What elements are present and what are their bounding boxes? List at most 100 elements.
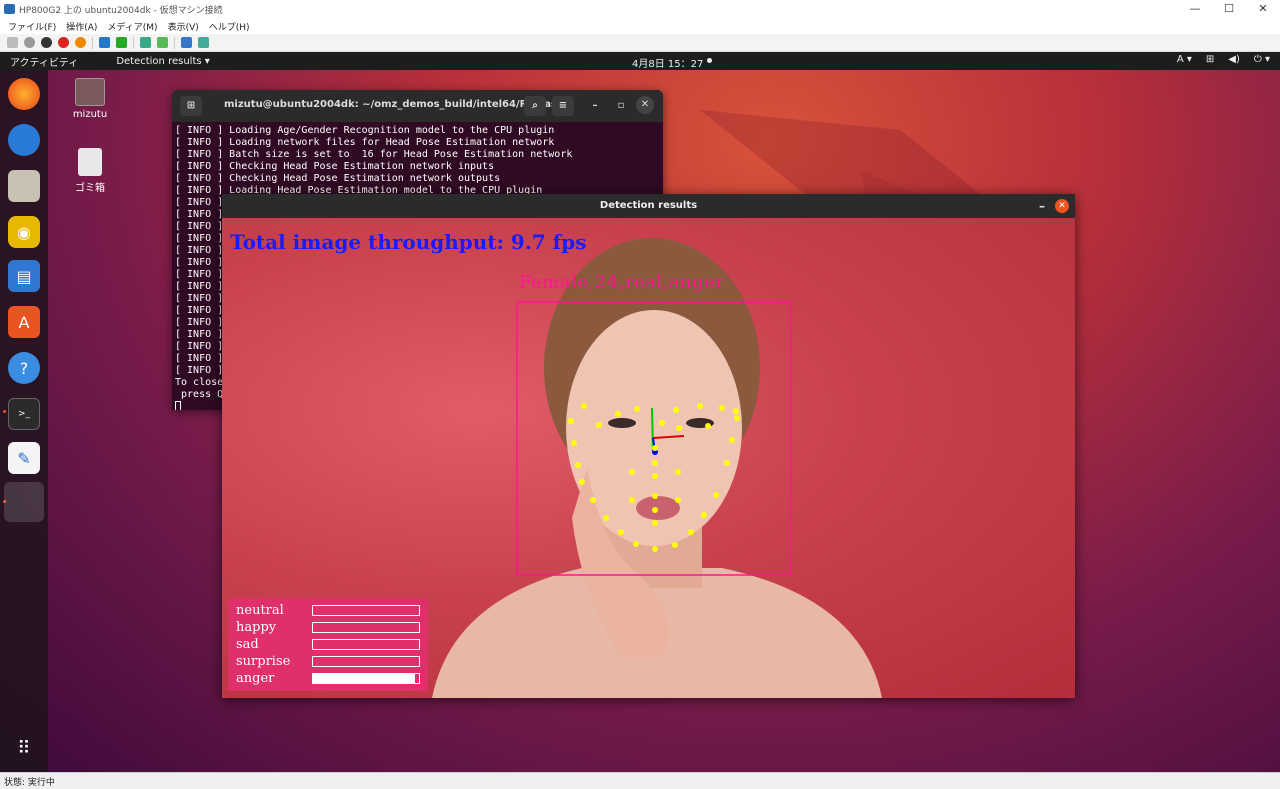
emotion-bar bbox=[312, 639, 420, 650]
landmark-point bbox=[719, 405, 725, 411]
landmark-point bbox=[596, 422, 602, 428]
text-editor-icon[interactable]: ✎ bbox=[8, 442, 40, 474]
host-window-title: HP800G2 上の ubuntu2004dk - 仮想マシン接続 bbox=[19, 5, 223, 16]
landmark-point bbox=[652, 460, 658, 466]
resume-icon[interactable] bbox=[116, 37, 127, 48]
landmark-point bbox=[672, 542, 678, 548]
landmark-point bbox=[713, 492, 719, 498]
face-attributes-label: Female,24,real,anger bbox=[519, 272, 725, 293]
show-applications-icon[interactable]: ⠿ bbox=[8, 732, 40, 764]
minimize-icon[interactable]: — bbox=[1178, 0, 1212, 18]
landmark-point bbox=[676, 425, 682, 431]
emotion-row-surprise: surprise bbox=[236, 653, 420, 670]
landmark-point bbox=[659, 420, 665, 426]
close-icon[interactable]: ✕ bbox=[636, 96, 654, 114]
terminal-cursor bbox=[175, 401, 181, 410]
detection-window-title: Detection results bbox=[599, 200, 698, 211]
volume-icon[interactable]: ◀) bbox=[1228, 54, 1240, 65]
power-icon[interactable]: ⏻ ▾ bbox=[1254, 54, 1270, 65]
menu-media[interactable]: メディア(M) bbox=[107, 20, 157, 33]
desktop-icon-trash[interactable]: ゴミ箱 bbox=[60, 148, 120, 194]
landmark-point bbox=[697, 403, 703, 409]
landmark-point bbox=[633, 541, 639, 547]
emotion-panel: neutral happy sad surprise anger bbox=[228, 598, 428, 691]
landmark-point bbox=[571, 440, 577, 446]
landmark-point bbox=[590, 497, 596, 503]
activities-button[interactable]: アクティビティ bbox=[10, 54, 78, 69]
terminal-line: [ INFO ] Loading network files for Head … bbox=[175, 137, 555, 148]
landmark-point bbox=[705, 423, 711, 429]
detection-headerbar: Detection results – ✕ bbox=[222, 194, 1075, 218]
close-icon[interactable]: ✕ bbox=[1055, 199, 1069, 213]
close-icon[interactable]: ✕ bbox=[1246, 0, 1280, 18]
search-icon[interactable]: ⌕ bbox=[524, 96, 546, 116]
detection-canvas: Total image throughput: 9.7 fps Female,2… bbox=[222, 218, 1075, 698]
ubuntu-dock: ◉ ▤ A ? >_ ✎ ⠿ bbox=[0, 70, 48, 772]
host-statusbar: 状態: 実行中 bbox=[0, 772, 1280, 789]
turn-off-icon[interactable] bbox=[41, 37, 52, 48]
software-center-icon[interactable]: A bbox=[8, 306, 40, 338]
landmark-point bbox=[629, 497, 635, 503]
thunderbird-icon[interactable] bbox=[8, 124, 40, 156]
input-method-indicator[interactable]: A ▾ bbox=[1177, 54, 1192, 65]
app-menu[interactable]: Detection results ▾ bbox=[116, 56, 209, 67]
landmark-point bbox=[673, 407, 679, 413]
landmark-point bbox=[652, 520, 658, 526]
menu-file[interactable]: ファイル(F) bbox=[8, 20, 56, 33]
pause-icon[interactable] bbox=[99, 37, 110, 48]
maximize-icon[interactable]: ☐ bbox=[1212, 0, 1246, 18]
minimize-icon[interactable]: – bbox=[584, 96, 606, 116]
vm-status: 状態: 実行中 bbox=[4, 777, 55, 788]
landmark-point bbox=[634, 406, 640, 412]
menu-help[interactable]: ヘルプ(H) bbox=[209, 20, 250, 33]
emotion-row-neutral: neutral bbox=[236, 602, 420, 619]
landmark-point bbox=[675, 497, 681, 503]
landmark-point bbox=[603, 515, 609, 521]
network-icon[interactable]: ⊞ bbox=[1206, 54, 1214, 65]
landmark-point bbox=[615, 411, 621, 417]
revert-icon[interactable] bbox=[157, 37, 168, 48]
landmark-point bbox=[652, 473, 658, 479]
hamburger-menu-icon[interactable]: ≡ bbox=[552, 96, 574, 116]
system-tray[interactable]: A ▾ ⊞ ◀) ⏻ ▾ bbox=[1177, 54, 1270, 65]
notification-dot bbox=[707, 58, 712, 63]
rhythmbox-icon[interactable]: ◉ bbox=[8, 216, 40, 248]
landmark-point bbox=[652, 445, 658, 451]
ctrl-alt-del-icon[interactable] bbox=[7, 37, 18, 48]
minimize-icon[interactable]: – bbox=[1039, 194, 1045, 218]
firefox-icon[interactable] bbox=[8, 78, 40, 110]
landmark-point bbox=[629, 469, 635, 475]
checkpoint-icon[interactable] bbox=[140, 37, 151, 48]
landmark-point bbox=[724, 460, 730, 466]
help-icon[interactable]: ? bbox=[8, 352, 40, 384]
save-state-icon[interactable] bbox=[75, 37, 86, 48]
emotion-bar bbox=[312, 673, 420, 684]
terminal-icon[interactable]: >_ bbox=[8, 398, 40, 430]
emotion-row-happy: happy bbox=[236, 619, 420, 636]
home-folder-icon bbox=[75, 78, 105, 106]
new-tab-icon[interactable]: ⊞ bbox=[180, 96, 202, 116]
shutdown-icon[interactable] bbox=[58, 37, 69, 48]
menu-view[interactable]: 表示(V) bbox=[168, 20, 199, 33]
host-titlebar: HP800G2 上の ubuntu2004dk - 仮想マシン接続 — ☐ ✕ bbox=[0, 0, 1280, 18]
terminal-headerbar: ⊞ mizutu@ubuntu2004dk: ~/omz_demos_build… bbox=[172, 90, 663, 122]
clock[interactable]: 4月8日 15：27 bbox=[632, 55, 703, 70]
files-icon[interactable] bbox=[8, 170, 40, 202]
menu-action[interactable]: 操作(A) bbox=[66, 20, 97, 33]
emotion-bar bbox=[312, 622, 420, 633]
landmark-point bbox=[734, 415, 740, 421]
landmark-point bbox=[701, 512, 707, 518]
emotion-row-anger: anger bbox=[236, 670, 420, 687]
maximize-icon[interactable]: ▫ bbox=[610, 96, 632, 116]
detection-app-icon[interactable] bbox=[4, 482, 44, 522]
libreoffice-writer-icon[interactable]: ▤ bbox=[8, 260, 40, 292]
landmark-point bbox=[733, 408, 739, 414]
start-icon[interactable] bbox=[24, 37, 35, 48]
terminal-title: mizutu@ubuntu2004dk: ~/omz_demos_build/i… bbox=[224, 99, 564, 110]
desktop-icon-home[interactable]: mizutu bbox=[60, 78, 120, 120]
fps-readout: Total image throughput: 9.7 fps bbox=[230, 230, 587, 254]
share-icon[interactable] bbox=[198, 37, 209, 48]
landmark-point bbox=[568, 418, 574, 424]
detection-results-window[interactable]: Detection results – ✕ Total image throug… bbox=[222, 194, 1075, 698]
enhanced-session-icon[interactable] bbox=[181, 37, 192, 48]
